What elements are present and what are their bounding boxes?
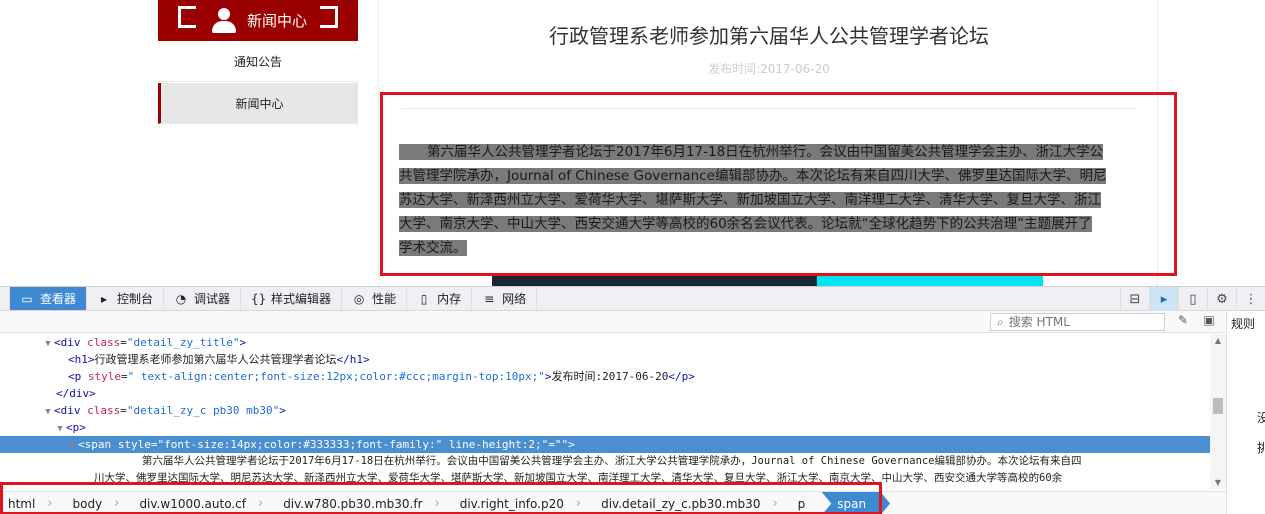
breadcrumb-item[interactable]: p	[790, 492, 818, 514]
breadcrumb-item[interactable]: html ›	[0, 492, 65, 514]
breadcrumb-item[interactable]: div.w1000.auto.cf ›	[131, 492, 275, 514]
scroll-down-icon[interactable]: ▼	[1210, 478, 1226, 487]
breadcrumb-item[interactable]: div.right_info.p20 ›	[452, 492, 593, 514]
markup-scrollbar[interactable]: ▲ ▼	[1210, 334, 1226, 489]
tab-debugger[interactable]: ◔ 调试器	[164, 287, 242, 310]
breadcrumb-item-active[interactable]: span	[821, 492, 890, 514]
sidebar-item-label: 通知公告	[233, 54, 282, 69]
tab-label: 网络	[502, 292, 527, 306]
user-icon	[209, 7, 239, 34]
rules-message: 没	[1257, 411, 1265, 425]
tab-label: 查看器	[40, 292, 77, 306]
left-bracket-decoration	[178, 6, 196, 28]
devtools-panel: ▭ 查看器 ▸ 控制台 ◔ 调试器 {} 样式编辑器 ◎ 性能 ▯ 内存 ≡ 网…	[0, 286, 1265, 514]
markup-text-node[interactable]: 川大学、佛罗里达国际大学、明尼苏达大学、新泽西州立大学、爱荷华大学、堪萨斯大学、…	[94, 470, 1062, 487]
article-paragraph: 第六届华人公共管理学者论坛于2017年6月17-18日在杭州举行。会议由中国留美…	[399, 140, 1139, 260]
breadcrumb-item[interactable]: div.detail_zy_c.pb30.mb30 ›	[593, 492, 790, 514]
rules-message: 挑	[1257, 441, 1265, 455]
tab-memory[interactable]: ▯ 内存	[407, 287, 473, 310]
news-center-header: 新闻中心	[158, 0, 358, 41]
markup-node[interactable]: <h1>行政管理系老师参加第六届华人公共管理学者论坛</h1>	[68, 351, 370, 368]
title-divider	[401, 108, 1137, 109]
pick-element-button[interactable]	[0, 287, 10, 310]
markup-tree: ▼ <div class="detail_zy_title"> <h1>行政管理系…	[0, 334, 1210, 489]
debugger-icon: ◔	[175, 291, 187, 306]
selected-text-line: 共管理学院承办，Journal of Chinese Governance编辑部…	[399, 168, 1107, 184]
devtools-tabbar: ▭ 查看器 ▸ 控制台 ◔ 调试器 {} 样式编辑器 ◎ 性能 ▯ 内存 ≡ 网…	[0, 287, 1265, 311]
expand-triangle-icon[interactable]: ▼	[42, 336, 54, 353]
article-title: 行政管理系老师参加第六届华人公共管理学者论坛	[549, 24, 989, 48]
tab-label: 控制台	[117, 292, 154, 306]
markup-node-selected[interactable]: ▼ <span style="font-size:14px;color:#3333…	[0, 436, 1210, 453]
memory-icon: ▯	[420, 291, 428, 306]
right-bracket-decoration	[320, 6, 338, 28]
tab-label: 内存	[437, 292, 462, 306]
dock-layout-icon[interactable]: ⊟	[1120, 287, 1149, 311]
expand-triangle-icon[interactable]: ▼	[66, 438, 78, 455]
settings-gear-icon[interactable]: ⚙	[1207, 287, 1236, 311]
image-strip-dark	[492, 276, 817, 286]
inspector-toolbar: ⌕ ✎ ▣	[0, 311, 1225, 333]
sidebar-item-news-center[interactable]: 新闻中心	[158, 83, 358, 124]
performance-icon: ◎	[353, 291, 365, 306]
markup-node[interactable]: <p style=" text-align:center;font-size:1…	[68, 368, 695, 385]
selected-text-line: 学术交流。	[399, 240, 467, 256]
network-icon: ≡	[484, 291, 495, 306]
search-icon: ⌕	[997, 314, 1004, 329]
breadcrumb-item[interactable]: div.w780.pb30.mb30.fr ›	[275, 492, 452, 514]
news-center-title: 新闻中心	[246, 12, 307, 30]
braces-icon: {}	[251, 291, 267, 306]
article-content: 行政管理系老师参加第六届华人公共管理学者论坛 发布时间:2017-06-20 第…	[378, 0, 1158, 286]
selected-text-line: 苏达大学、新泽西州立大学、爱荷华大学、堪萨斯大学、新加坡国立大学、南洋理工大学、…	[399, 192, 1101, 208]
markup-node[interactable]: </div>	[56, 385, 96, 402]
responsive-mode-icon[interactable]: ▯	[1178, 287, 1207, 311]
split-console-icon[interactable]: ▸	[1149, 287, 1178, 311]
scrollbar-thumb[interactable]	[1213, 398, 1223, 414]
tab-console[interactable]: ▸ 控制台	[87, 287, 165, 310]
markup-text-node[interactable]: 第六届华人公共管理学者论坛于2017年6月17-18日在杭州举行。会议由中国留美…	[142, 453, 1082, 470]
search-html-field[interactable]: ⌕	[990, 313, 1165, 331]
sidebar-item-notices[interactable]: 通知公告	[158, 41, 358, 82]
search-html-input[interactable]	[1008, 315, 1149, 329]
breadcrumb: html › body › div.w1000.auto.cf › div.w780.…	[0, 491, 1226, 514]
toggle-sidebar-icon[interactable]: ▣	[1200, 313, 1218, 331]
markup-node[interactable]: ▼ <div class="detail_zy_title">	[42, 334, 246, 351]
console-icon: ▸	[101, 291, 108, 306]
tab-label: 调试器	[194, 292, 231, 306]
tab-label: 样式编辑器	[271, 292, 332, 306]
tab-label: 性能	[372, 292, 397, 306]
eyedropper-icon[interactable]: ✎	[1174, 313, 1192, 331]
inspector-icon: ▭	[21, 291, 33, 306]
webpage-viewport: 新闻中心 通知公告 新闻中心 行政管理系老师参加第六届华人公共管理学者论坛 发布…	[0, 0, 1265, 286]
selected-text-line: 大学、南京大学、中山大学、西安交通大学等高校的60余名会议代表。论坛就“全球化趋…	[399, 216, 1092, 232]
tab-inspector[interactable]: ▭ 查看器	[10, 287, 88, 310]
markup-node[interactable]: ▼ <div class="detail_zy_c pb30 mb30">	[42, 402, 286, 419]
tab-network[interactable]: ≡ 网络	[472, 287, 538, 310]
more-options-icon[interactable]: ⋮	[1236, 287, 1265, 311]
selected-text-line: 第六届华人公共管理学者论坛于2017年6月17-18日在杭州举行。会议由中国留美…	[399, 144, 1104, 160]
expand-triangle-icon[interactable]: ▼	[42, 404, 54, 421]
scroll-up-icon[interactable]: ▲	[1210, 336, 1226, 345]
tab-style-editor[interactable]: {} 样式编辑器	[241, 287, 343, 310]
markup-node[interactable]: ▼ <p>	[54, 419, 86, 436]
sidebar-item-label: 新闻中心	[235, 96, 284, 111]
devtools-toolbar-right: ⊟ ▸ ▯ ⚙ ⋮	[1120, 287, 1265, 311]
breadcrumb-item[interactable]: body ›	[65, 492, 132, 514]
rules-side-panel: 规则 没 挑	[1226, 311, 1265, 514]
image-strip-cyan	[817, 276, 1043, 286]
tab-performance[interactable]: ◎ 性能	[342, 287, 408, 310]
article-date: 发布时间:2017-06-20	[708, 62, 830, 76]
tab-rules[interactable]: 规则	[1231, 315, 1255, 332]
